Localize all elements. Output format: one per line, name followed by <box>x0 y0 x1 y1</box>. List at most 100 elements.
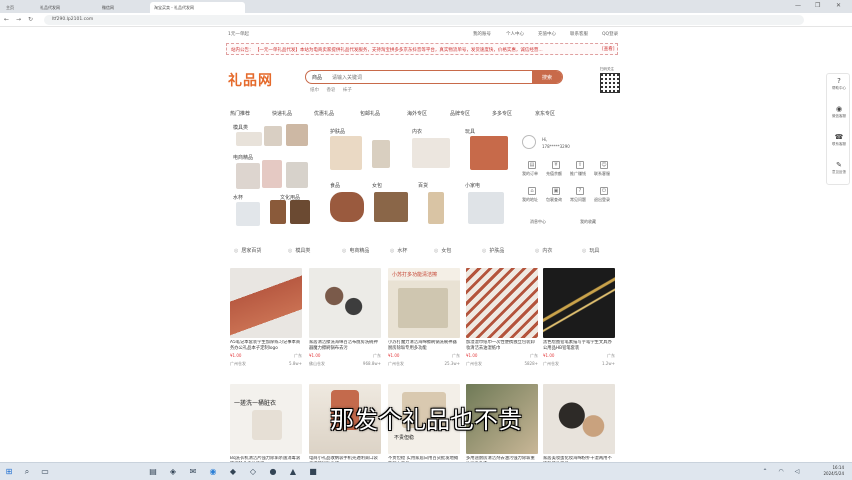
product-card[interactable]: 家居清洁擦洗海绵百洁布厨房洗碗神器魔力擦刷锅布去污 ¥1.00 广东 佛山仓发 96… <box>309 268 381 369</box>
app-icon[interactable]: ◆ <box>228 467 238 477</box>
filter-item[interactable]: ◎ 女包 <box>434 247 451 254</box>
category-nav-item[interactable]: 多多专区 <box>492 110 512 117</box>
mail-icon[interactable]: ✉ <box>188 467 198 477</box>
product-card[interactable]: A5笔记本套装学生加厚练习记事本商务办公礼品本子定制logo ¥1.00 广东 广… <box>230 268 302 369</box>
logout-icon[interactable]: ⏻ <box>600 187 608 195</box>
product-title[interactable]: 加湿湿巾纸巾一次性便携独立包装卸妆清洁去油湿纸巾 <box>466 340 538 352</box>
group-label[interactable]: 模具类 <box>233 124 248 131</box>
filter-item[interactable]: ◎ 玩具 <box>582 247 599 254</box>
group-label[interactable]: 百货 <box>418 182 428 189</box>
sidebar-wechat[interactable]: ◉ 微信客服 <box>827 102 851 130</box>
filter-item[interactable]: ◎ 内衣 <box>535 247 552 254</box>
product-title[interactable]: A5笔记本套装学生加厚练习记事本商务办公礼品本子定制logo <box>230 340 302 352</box>
top-link-service[interactable]: 联系客服 <box>570 31 588 37</box>
tab-active[interactable]: 淘宝买卖 - 礼品代发网 <box>150 2 245 13</box>
product-image[interactable] <box>543 268 615 338</box>
filter-item[interactable]: ◎ 电商精品 <box>342 247 369 254</box>
service-icon[interactable]: ☺ <box>600 161 608 169</box>
group-thumb[interactable] <box>468 192 504 224</box>
search-input[interactable] <box>332 73 502 82</box>
close-icon[interactable]: ✕ <box>836 2 841 9</box>
group-thumb[interactable] <box>262 160 282 188</box>
search-icon[interactable]: ⌕ <box>22 467 32 477</box>
top-link-recharge[interactable]: 充值中心 <box>538 31 556 37</box>
user-action[interactable]: 充值余额 <box>546 171 562 177</box>
group-label[interactable]: 内衣 <box>412 128 422 135</box>
store-icon[interactable]: ◈ <box>168 467 178 477</box>
file-explorer-icon[interactable]: ▤ <box>148 467 158 477</box>
user-footer-link[interactable]: 我的收藏 <box>580 219 596 225</box>
group-label[interactable]: 女包 <box>372 182 382 189</box>
network-icon[interactable]: ◠ <box>776 467 786 477</box>
hot-keyword[interactable]: 袜子 <box>343 88 352 93</box>
group-thumb[interactable] <box>236 202 260 226</box>
reload-icon[interactable]: ↻ <box>28 16 33 23</box>
group-label[interactable]: 玩具 <box>465 128 475 135</box>
product-image[interactable]: 小苏打多功能清洁擦 <box>388 268 460 338</box>
user-action[interactable]: 联系客服 <box>594 171 610 177</box>
user-action[interactable]: 常见问题 <box>570 197 586 203</box>
task-view-icon[interactable]: ▭ <box>40 467 50 477</box>
forward-icon[interactable]: → <box>16 16 21 23</box>
product-card[interactable]: 黑色绘图铅笔素描写字笔学生文具办公用品HB铅笔套装 ¥1.00 广东 广州仓发 1.… <box>543 268 615 369</box>
top-link-qq[interactable]: QQ登录 <box>602 31 618 37</box>
minimize-icon[interactable]: — <box>795 2 801 9</box>
category-nav-item[interactable]: 快递礼品 <box>272 110 292 117</box>
app-icon[interactable]: ■ <box>308 467 318 477</box>
group-label[interactable]: 食品 <box>330 182 340 189</box>
package-icon[interactable]: ▣ <box>552 187 560 195</box>
filter-item[interactable]: ◎ 护肤品 <box>482 247 504 254</box>
sidebar-feedback[interactable]: ✎ 意见反馈 <box>827 158 851 186</box>
product-image[interactable] <box>230 268 302 338</box>
group-thumb[interactable] <box>372 140 390 168</box>
group-label[interactable]: 小家电 <box>465 182 480 189</box>
hot-keyword[interactable]: 纸巾 <box>310 88 319 93</box>
notice-more-link[interactable]: [查看] <box>600 46 615 52</box>
user-action[interactable]: 我的地址 <box>522 197 538 203</box>
sidebar-help[interactable]: ? 帮助中心 <box>827 74 851 102</box>
sidebar-phone[interactable]: ☎ 联系客服 <box>827 130 851 158</box>
group-thumb[interactable] <box>236 163 260 189</box>
app-icon[interactable]: ● <box>268 467 278 477</box>
group-thumb[interactable] <box>236 132 262 146</box>
filter-item[interactable]: ◎ 模具类 <box>288 247 310 254</box>
share-icon[interactable]: ⇪ <box>576 161 584 169</box>
category-nav-item[interactable]: 海外专区 <box>407 110 427 117</box>
group-thumb[interactable] <box>330 192 364 222</box>
user-action[interactable]: 退出登录 <box>594 197 610 203</box>
user-action[interactable]: 包裹查询 <box>546 197 562 203</box>
order-icon[interactable]: ▤ <box>528 161 536 169</box>
user-footer-link[interactable]: 消息中心 <box>530 219 546 225</box>
category-nav-item[interactable]: 包邮礼品 <box>360 110 380 117</box>
user-action[interactable]: 推广赚钱 <box>570 171 586 177</box>
hot-keyword[interactable]: 香皂 <box>326 88 335 93</box>
group-thumb[interactable] <box>264 126 282 146</box>
group-thumb[interactable] <box>286 162 308 188</box>
address-icon[interactable]: ⌂ <box>528 187 536 195</box>
tab-gift-site[interactable]: 礼品代发网 <box>36 2 64 13</box>
group-thumb[interactable] <box>428 192 444 224</box>
browser-icon[interactable]: ◉ <box>208 467 218 477</box>
volume-icon[interactable]: ◁ <box>792 467 802 477</box>
filter-item[interactable]: ◎ 水杯 <box>390 247 407 254</box>
product-image[interactable] <box>466 268 538 338</box>
category-nav-item[interactable]: 品牌专区 <box>450 110 470 117</box>
group-label[interactable]: 水杯 <box>233 194 243 201</box>
product-image[interactable] <box>309 268 381 338</box>
tab-wechat[interactable]: 微信网 <box>98 2 118 13</box>
clock[interactable]: 16:14 2024/5/24 <box>823 465 844 477</box>
tab-home[interactable]: 主页 <box>2 2 18 13</box>
group-label[interactable]: 护肤品 <box>330 128 345 135</box>
product-card[interactable]: 小苏打多功能清洁擦 小苏打魔力清洁海绵擦刷锅洗碗神器厨房除垢专用多功能 ¥1.0… <box>388 268 460 369</box>
category-nav-item[interactable]: 优惠礼品 <box>314 110 334 117</box>
product-card[interactable]: 加湿湿巾纸巾一次性便携独立包装卸妆清洁去油湿纸巾 ¥1.00 广东 广州仓发 582… <box>466 268 538 369</box>
category-nav-item[interactable]: 京东专区 <box>535 110 555 117</box>
product-title[interactable]: 家居清洁擦洗海绵百洁布厨房洗碗神器魔力擦刷锅布去污 <box>309 340 381 352</box>
search-type-select[interactable]: 商品 <box>312 74 322 81</box>
app-icon[interactable]: ◇ <box>248 467 258 477</box>
user-action[interactable]: 我的订单 <box>522 171 538 177</box>
category-nav-item[interactable]: 热门推荐 <box>230 110 250 117</box>
group-thumb[interactable] <box>290 200 310 224</box>
app-icon[interactable]: ▲ <box>288 467 298 477</box>
search-button[interactable]: 搜索 <box>532 71 562 83</box>
